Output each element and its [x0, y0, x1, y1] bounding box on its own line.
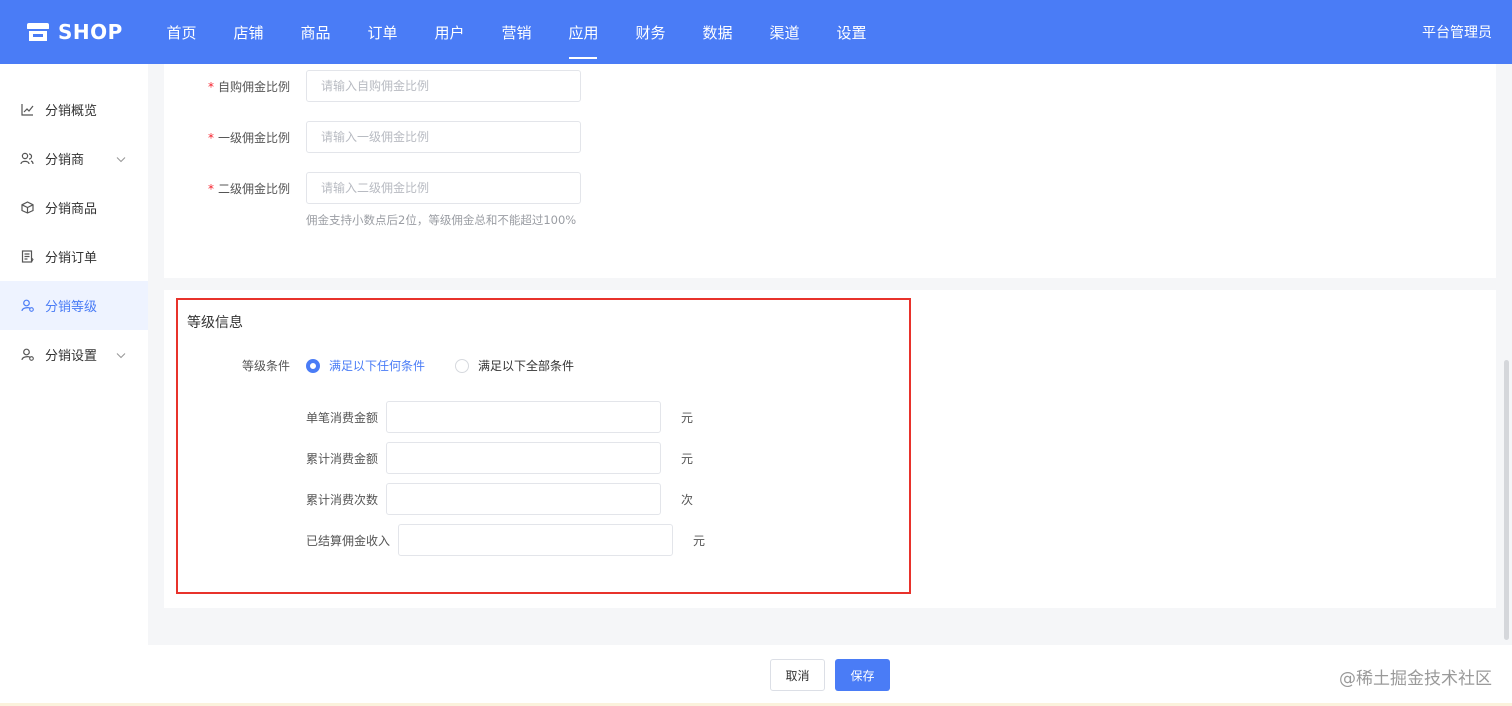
settled-commission-label: 已结算佣金收入 — [306, 533, 391, 548]
nav-item-4[interactable]: 用户 — [416, 0, 483, 64]
single-amount-unit: 元 — [681, 411, 694, 425]
level2-commission-label: 二级佣金比例 — [217, 181, 290, 196]
logo-text: SHOP — [58, 20, 123, 44]
sidebar-item-4[interactable]: 分销等级 — [0, 281, 148, 330]
sidebar-item-label: 分销等级 — [45, 300, 98, 315]
total-amount-unit: 元 — [681, 452, 694, 466]
level-condition-row: 等级条件 满足以下任何条件 满足以下全部条件 — [200, 357, 574, 374]
user-settings-icon — [20, 348, 34, 362]
save-button[interactable]: 保存 — [835, 659, 890, 691]
sidebar-item-label: 分销订单 — [45, 251, 98, 266]
nav-item-6[interactable]: 应用 — [550, 0, 617, 64]
sidebar-item-5[interactable]: 分销设置 — [0, 330, 148, 379]
admin-user[interactable]: 平台管理员 — [1422, 0, 1492, 64]
single-amount-input[interactable] — [386, 401, 662, 433]
total-count-input[interactable] — [386, 483, 662, 515]
sidebar-item-3[interactable]: 分销订单 — [0, 232, 148, 281]
total-amount-input[interactable] — [386, 442, 662, 474]
cancel-button[interactable]: 取消 — [770, 659, 825, 691]
sidebar-item-label: 分销商品 — [45, 202, 98, 217]
commission-hint: 佣金支持小数点后2位，等级佣金总和不能超过100% — [306, 213, 577, 227]
level1-commission-row: * 一级佣金比例 — [200, 121, 581, 153]
sidebar-item-2[interactable]: 分销商品 — [0, 183, 148, 232]
radio-all-condition[interactable]: 满足以下全部条件 — [455, 357, 574, 374]
radio-any-condition[interactable]: 满足以下任何条件 — [306, 357, 425, 374]
nav-item-9[interactable]: 渠道 — [751, 0, 818, 64]
logo[interactable]: SHOP — [26, 0, 123, 64]
sidebar-item-label: 分销设置 — [45, 349, 98, 364]
total-count-label: 累计消费次数 — [306, 492, 379, 507]
scrollbar[interactable] — [1504, 360, 1509, 640]
footer-bar — [0, 645, 1512, 706]
nav-item-5[interactable]: 营销 — [483, 0, 550, 64]
single-amount-label: 单笔消费金额 — [306, 410, 379, 425]
radio-any-label: 满足以下任何条件 — [329, 359, 426, 373]
level-info-title: 等级信息 — [187, 315, 243, 331]
document-icon — [20, 250, 34, 264]
nav-item-8[interactable]: 数据 — [684, 0, 751, 64]
level2-commission-row: * 二级佣金比例 — [200, 172, 581, 204]
required-mark: * — [207, 130, 214, 145]
settled-commission-unit: 元 — [693, 534, 706, 548]
required-mark: * — [207, 181, 214, 196]
sidebar-item-label: 分销商 — [45, 153, 85, 168]
radio-checked-icon — [306, 358, 320, 373]
level-condition-label: 等级条件 — [241, 359, 290, 373]
sidebar-item-label: 分销概览 — [45, 104, 98, 119]
top-navbar: SHOP 首页 店铺 商品 订单 用户 营销 应用 财务 数据 渠道 设置 平台管理员 — [0, 0, 1512, 64]
user-level-icon — [20, 299, 34, 313]
nav-item-10[interactable]: 设置 — [818, 0, 885, 64]
sidebar: 分销概览分销商分销商品分销订单分销等级分销设置 — [0, 64, 148, 706]
nav-item-7[interactable]: 财务 — [617, 0, 684, 64]
main-nav: 首页 店铺 商品 订单 用户 营销 应用 财务 数据 渠道 设置 — [148, 0, 885, 64]
nav-item-1[interactable]: 店铺 — [215, 0, 282, 64]
nav-item-0[interactable]: 首页 — [148, 0, 215, 64]
radio-unchecked-icon — [455, 358, 470, 373]
self-commission-input[interactable] — [306, 70, 581, 102]
self-commission-label: 自购佣金比例 — [217, 79, 290, 94]
radio-all-label: 满足以下全部条件 — [478, 359, 575, 373]
sidebar-item-1[interactable]: 分销商 — [0, 134, 148, 183]
box-icon — [20, 201, 34, 215]
single-amount-row: 单笔消费金额 — [306, 401, 662, 433]
total-amount-row: 累计消费金额 — [306, 442, 662, 474]
level1-commission-label: 一级佣金比例 — [217, 130, 290, 145]
nav-item-2[interactable]: 商品 — [282, 0, 349, 64]
total-count-row: 累计消费次数 — [306, 483, 662, 515]
total-amount-label: 累计消费金额 — [306, 451, 379, 466]
watermark: @稀土掘金技术社区 — [1339, 669, 1492, 689]
level2-commission-input[interactable] — [306, 172, 581, 204]
self-commission-row: * 自购佣金比例 — [200, 70, 581, 102]
users-icon — [20, 152, 34, 166]
chevron-down-icon[interactable] — [116, 347, 126, 362]
shop-store-icon — [26, 21, 50, 43]
chevron-down-icon[interactable] — [116, 151, 126, 166]
settled-commission-row: 已结算佣金收入 — [306, 524, 674, 556]
sidebar-item-0[interactable]: 分销概览 — [0, 85, 148, 134]
settled-commission-input[interactable] — [398, 524, 674, 556]
required-mark: * — [207, 79, 214, 94]
total-count-unit: 次 — [681, 493, 694, 507]
chart-line-icon — [20, 103, 34, 117]
level1-commission-input[interactable] — [306, 121, 581, 153]
nav-item-3[interactable]: 订单 — [349, 0, 416, 64]
